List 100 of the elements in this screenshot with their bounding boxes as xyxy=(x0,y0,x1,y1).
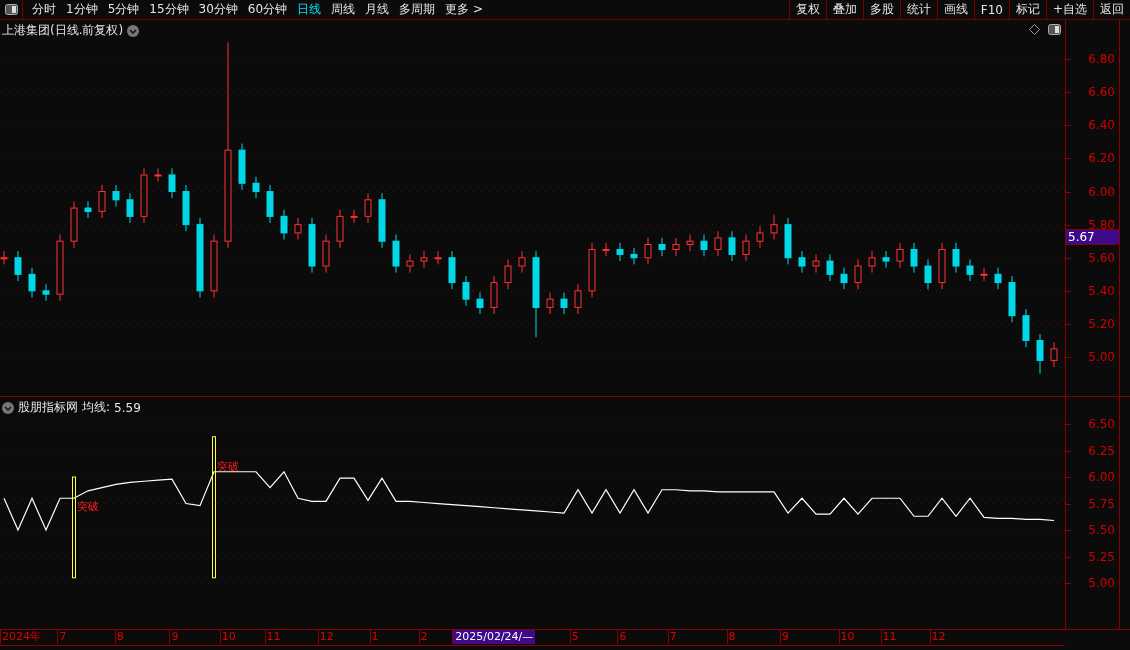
candle xyxy=(56,234,64,302)
chevron-down-icon[interactable] xyxy=(127,24,140,37)
candle xyxy=(336,209,344,249)
period-tab[interactable]: 更多 > xyxy=(440,1,488,18)
candle xyxy=(700,234,708,257)
candle xyxy=(1036,333,1044,375)
candle xyxy=(980,267,988,282)
indicator-value: 5.59 xyxy=(114,400,141,415)
candle xyxy=(266,184,274,224)
indicator-name: 股朋指标网 xyxy=(18,399,78,416)
candle xyxy=(588,242,596,298)
period-tab[interactable]: 日线 xyxy=(292,1,327,18)
candle xyxy=(616,242,624,262)
axis-label: 5.25 xyxy=(1088,549,1115,564)
period-tab[interactable]: 5分钟 xyxy=(102,1,145,18)
toolbar-button[interactable]: 画线 xyxy=(936,0,974,19)
axis-label: 5.60 xyxy=(1088,250,1115,265)
axis-label: 11 xyxy=(880,630,897,644)
toolbar-button[interactable]: 标记 xyxy=(1008,0,1046,19)
axis-label: 9 xyxy=(779,630,789,644)
axis-label: 5.75 xyxy=(1088,496,1115,511)
axis-label: 6.40 xyxy=(1088,118,1115,133)
candle xyxy=(350,209,358,224)
toolbar-button[interactable]: +自选 xyxy=(1045,0,1093,19)
candle xyxy=(490,275,498,315)
axis-label: 6 xyxy=(617,630,627,644)
candle xyxy=(392,234,400,274)
candle xyxy=(1022,308,1030,348)
candle xyxy=(476,292,484,315)
candle xyxy=(518,250,526,274)
period-tab[interactable]: 60分钟 xyxy=(242,1,293,18)
candle xyxy=(308,217,316,274)
toolbar-button[interactable]: F10 xyxy=(973,0,1009,19)
candle xyxy=(0,250,8,265)
candle xyxy=(882,250,890,269)
period-tab[interactable]: 周线 xyxy=(326,1,361,18)
chart-title: 上港集团(日线.前复权) xyxy=(2,22,124,39)
candle xyxy=(1008,275,1016,323)
axis-label: 7 xyxy=(57,630,67,644)
cursor-date-label: 2025/02/24/— xyxy=(452,630,536,644)
candle xyxy=(868,250,876,274)
axis-label: 5.20 xyxy=(1088,316,1115,331)
chevron-down-icon[interactable] xyxy=(2,401,14,414)
candle xyxy=(714,230,722,257)
candle xyxy=(952,242,960,274)
axis-label: 11 xyxy=(264,630,281,644)
candle xyxy=(742,234,750,262)
candle xyxy=(238,143,246,191)
period-tab[interactable]: 多周期 xyxy=(394,1,441,18)
axis-label: 2 xyxy=(418,630,428,644)
axis-label: 7 xyxy=(667,630,677,644)
axis-label: 6.25 xyxy=(1088,443,1115,458)
signal-label: 突破 xyxy=(77,499,99,515)
panel-toggle-icon[interactable] xyxy=(1048,24,1061,35)
period-tab[interactable]: 月线 xyxy=(360,1,395,18)
candle xyxy=(938,242,946,290)
candle xyxy=(826,253,834,282)
axis-label: 8 xyxy=(114,630,124,644)
candle xyxy=(462,275,470,307)
period-tab[interactable]: 15分钟 xyxy=(144,1,194,18)
candle xyxy=(420,250,428,269)
candle xyxy=(28,267,36,298)
candle xyxy=(126,192,134,224)
candle xyxy=(994,267,1002,290)
toolbar-button[interactable]: 多股 xyxy=(862,0,900,19)
candle xyxy=(966,258,974,282)
candle xyxy=(910,242,918,274)
toolbar-button[interactable]: 复权 xyxy=(788,0,826,19)
candle xyxy=(42,283,50,302)
candle xyxy=(924,258,932,290)
candle xyxy=(210,234,218,298)
panel-toggle-icon[interactable] xyxy=(4,4,18,15)
candle xyxy=(728,230,736,262)
axis-label: 6.00 xyxy=(1088,470,1115,485)
candle xyxy=(182,184,190,232)
candle xyxy=(70,200,78,249)
diamond-icon[interactable] xyxy=(1029,24,1040,35)
axis-label: 1 xyxy=(369,630,379,644)
toolbar-button[interactable]: 叠加 xyxy=(825,0,863,19)
candle xyxy=(658,237,666,257)
candle xyxy=(154,167,162,183)
candle xyxy=(294,217,302,241)
candle xyxy=(364,192,372,224)
candle xyxy=(896,242,904,269)
period-tab[interactable]: 30分钟 xyxy=(193,1,243,18)
candle xyxy=(672,237,680,257)
signal-label: 突破 xyxy=(217,458,239,474)
axis-label: 6.20 xyxy=(1088,151,1115,166)
axis-label: 9 xyxy=(169,630,179,644)
candle xyxy=(140,167,148,224)
candle xyxy=(406,253,414,274)
period-tab[interactable]: 1分钟 xyxy=(61,1,103,18)
candle xyxy=(378,192,386,249)
toolbar-button[interactable]: 统计 xyxy=(899,0,937,19)
candle xyxy=(854,258,862,290)
axis-label: 6.80 xyxy=(1088,52,1115,67)
axis-label: 5 xyxy=(569,630,579,644)
candle xyxy=(14,250,22,282)
toolbar-button[interactable]: 返回 xyxy=(1093,0,1130,19)
period-tab[interactable]: 分时 xyxy=(27,1,61,18)
